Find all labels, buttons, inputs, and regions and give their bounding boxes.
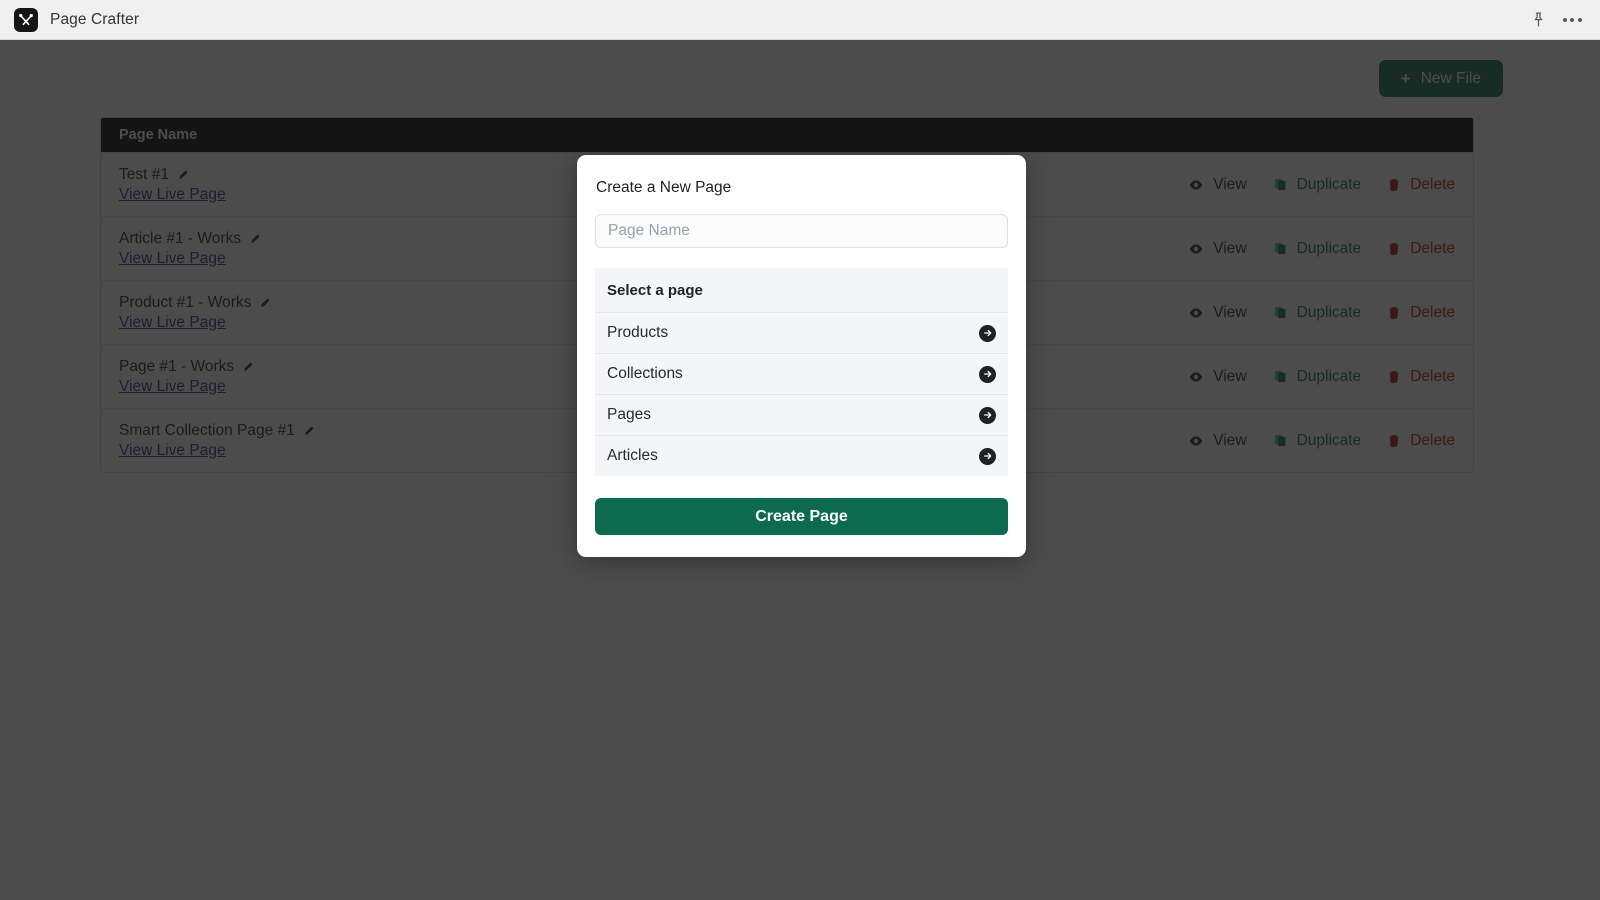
arrow-right-icon bbox=[979, 447, 996, 465]
select-page-heading: Select a page bbox=[607, 282, 703, 299]
select-option-label: Pages bbox=[607, 406, 651, 423]
app-header: Page Crafter bbox=[0, 0, 1600, 40]
create-page-modal: Create a New Page Select a page Products… bbox=[577, 155, 1026, 557]
more-horizontal-icon[interactable] bbox=[1558, 6, 1586, 34]
select-option-products[interactable]: Products bbox=[595, 312, 1008, 353]
select-page-panel: Select a page Products Collections Pages… bbox=[595, 268, 1008, 476]
select-option-label: Collections bbox=[607, 365, 683, 382]
select-option-pages[interactable]: Pages bbox=[595, 394, 1008, 435]
crossed-tools-icon bbox=[14, 7, 38, 32]
select-option-label: Products bbox=[607, 324, 669, 341]
arrow-right-icon bbox=[979, 406, 996, 424]
modal-title: Create a New Page bbox=[596, 179, 732, 196]
page-name-input[interactable] bbox=[595, 214, 1008, 248]
create-page-button[interactable]: Create Page bbox=[595, 498, 1008, 535]
select-option-collections[interactable]: Collections bbox=[595, 353, 1008, 394]
pin-icon[interactable] bbox=[1524, 6, 1552, 34]
arrow-right-icon bbox=[979, 365, 996, 383]
select-option-label: Articles bbox=[607, 447, 658, 464]
arrow-right-icon bbox=[979, 324, 996, 342]
select-option-articles[interactable]: Articles bbox=[595, 435, 1008, 476]
page-title: Page Crafter bbox=[50, 10, 140, 28]
